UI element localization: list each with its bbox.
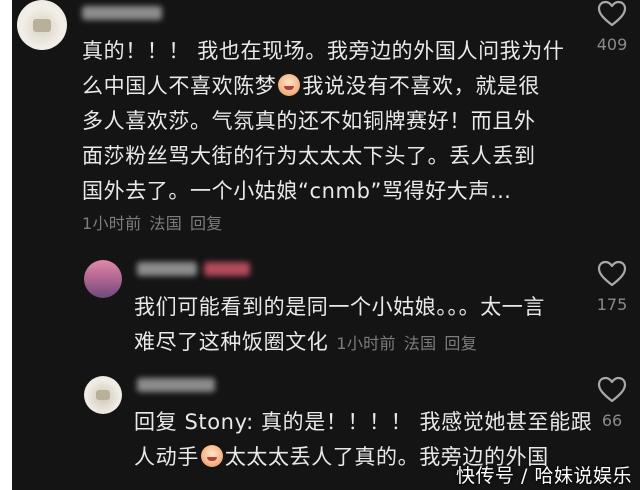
comment-line-part: 难尽了这种饭圈文化 xyxy=(134,330,329,354)
avatar[interactable] xyxy=(17,0,67,50)
comment-location: 法国 xyxy=(403,334,437,353)
comment-line-part: 人动手 xyxy=(134,445,199,469)
heart-outline-icon xyxy=(597,260,627,287)
like-count: 175 xyxy=(596,295,628,314)
reply-button[interactable]: 回复 xyxy=(444,334,477,353)
avatar[interactable] xyxy=(84,260,122,298)
comment-line-part: 么中国人不喜欢陈梦 xyxy=(82,74,277,98)
comment-line: 国外去了。一个小姑娘“cnmb”骂得好大声… xyxy=(82,179,512,203)
username-blurred xyxy=(82,6,162,20)
like-count: 66 xyxy=(601,411,623,430)
crying-face-emoji-icon xyxy=(278,74,301,96)
heart-outline-icon xyxy=(597,376,627,403)
user-tag-blurred xyxy=(204,262,250,276)
comment-line: 多人喜欢莎。气氛真的还不如铜牌赛好！而且外 xyxy=(82,109,536,133)
comment-panel: 真的！！！ 我也在现场。我旁边的外国人问我为什 么中国人不喜欢陈梦 我说没有不喜欢… xyxy=(12,0,640,490)
comment-text: 真的！！！ 我也在现场。我旁边的外国人问我为什 么中国人不喜欢陈梦 我说没有不喜欢… xyxy=(82,34,564,209)
like-count: 409 xyxy=(596,35,628,54)
comment-meta: 1小时前 法国 回复 xyxy=(336,334,477,353)
like-button[interactable]: 66 xyxy=(582,376,640,430)
comment-line: 我们可能看到的是同一个小姑娘。。。太一言 xyxy=(134,295,545,319)
like-button[interactable]: 175 xyxy=(582,260,640,314)
username-blurred xyxy=(137,378,215,392)
crying-face-emoji-icon xyxy=(200,445,223,467)
comment-line: 真的！！！ 我也在现场。我旁边的外国人问我为什 xyxy=(82,39,565,63)
comment-time: 1小时前 xyxy=(82,214,142,233)
avatar-image xyxy=(96,390,110,401)
like-button[interactable]: 409 xyxy=(582,0,640,54)
comment-line: 面莎粉丝骂大街的行为太太太下头了。丢人丢到 xyxy=(82,144,536,168)
avatar[interactable] xyxy=(84,376,122,414)
comment-location: 法国 xyxy=(149,214,182,233)
comment-line: 么中国人不喜欢陈梦 我说没有不喜欢，就是很 xyxy=(82,69,564,104)
comment-time: 1小时前 xyxy=(336,334,396,353)
heart-outline-icon xyxy=(597,0,627,27)
comment-line: 难尽了这种饭圈文化 1小时前 法国 回复 xyxy=(134,325,545,361)
username-blurred xyxy=(137,262,197,276)
comment-line: 回复 Stony: 真的是！！！！ 我感觉她甚至能跟 xyxy=(134,410,593,434)
comment-line-part: 我说没有不喜欢，就是很 xyxy=(302,74,541,98)
comment-text: 我们可能看到的是同一个小姑娘。。。太一言 难尽了这种饭圈文化 1小时前 法国 回复 xyxy=(134,290,545,361)
comment-meta: 1小时前 法国 回复 xyxy=(82,214,223,234)
watermark: 快传号 / 哈妹说娱乐 xyxy=(456,465,632,487)
avatar-image xyxy=(33,19,51,32)
reply-button[interactable]: 回复 xyxy=(190,214,223,233)
